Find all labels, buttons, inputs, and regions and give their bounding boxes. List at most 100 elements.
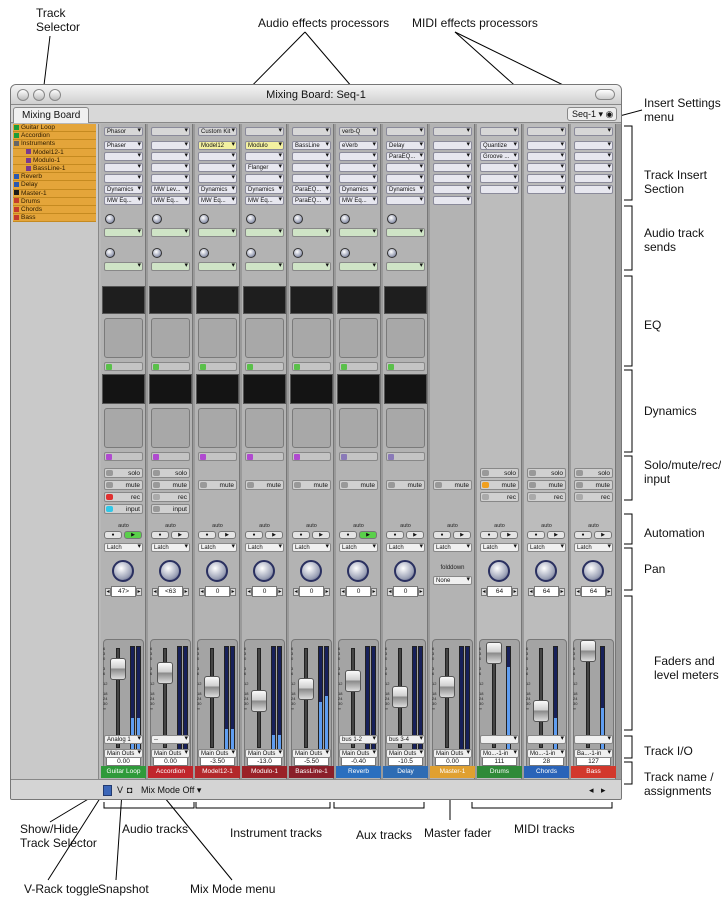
folddown-select[interactable]: None <box>433 576 472 585</box>
insert-slot[interactable] <box>480 163 519 172</box>
track-selector-item[interactable]: Delay <box>13 181 96 190</box>
dynamics-button-row[interactable] <box>386 452 425 461</box>
insert-slot[interactable] <box>198 163 237 172</box>
fader-cap[interactable] <box>580 640 596 662</box>
automation-write-button[interactable]: ▶ <box>500 531 518 539</box>
automation-mode-select[interactable]: Latch <box>433 543 472 552</box>
track-name[interactable]: BassLine-1 <box>289 766 334 778</box>
send-knob[interactable] <box>246 248 256 258</box>
dynamics-enable-icon[interactable] <box>106 454 112 460</box>
dynamics-graph[interactable] <box>243 374 286 404</box>
input-select[interactable]: bus 3-4 <box>386 735 425 744</box>
output-select[interactable]: Main Outs <box>104 749 143 758</box>
automation-write-button[interactable]: ▶ <box>124 531 142 539</box>
eq-controls[interactable] <box>386 318 425 358</box>
automation-mode-select[interactable]: Latch <box>151 543 190 552</box>
send-destination[interactable] <box>292 262 331 271</box>
mute-button[interactable]: mute <box>151 480 190 490</box>
input-button[interactable]: input <box>104 504 143 514</box>
eq-button-row[interactable] <box>104 362 143 371</box>
eq-enable-icon[interactable] <box>200 364 206 370</box>
insert-slot[interactable]: eVerb <box>339 141 378 150</box>
eq-enable-icon[interactable] <box>153 364 159 370</box>
insert-slot[interactable] <box>433 174 472 183</box>
send-knob[interactable] <box>105 214 115 224</box>
insert-top-select[interactable] <box>151 127 190 136</box>
pan-value[interactable]: ◂ 47> ▸ <box>104 586 143 597</box>
toolbar-toggle-icon[interactable] <box>595 89 615 100</box>
dynamics-enable-icon[interactable] <box>247 454 253 460</box>
dynamics-graph[interactable] <box>149 374 192 404</box>
pan-knob[interactable] <box>347 560 369 582</box>
fader-cap[interactable] <box>439 676 455 698</box>
mute-button[interactable]: mute <box>574 480 613 490</box>
track-selector-item[interactable]: Chords <box>13 205 96 215</box>
automation-read-button[interactable]: ● <box>527 531 545 539</box>
insert-slot[interactable]: Model12 <box>198 141 237 150</box>
automation-mode-select[interactable]: Latch <box>527 543 566 552</box>
pan-knob[interactable] <box>253 560 275 582</box>
solo-button[interactable]: solo <box>574 468 613 478</box>
automation-mode-select[interactable]: Latch <box>245 543 284 552</box>
send-destination[interactable] <box>292 228 331 237</box>
dynamics-controls[interactable] <box>198 408 237 448</box>
mute-button[interactable]: mute <box>433 480 472 490</box>
mix-mode-menu[interactable]: Mix Mode Off ▾ <box>141 785 201 796</box>
dynamics-button-row[interactable] <box>292 452 331 461</box>
input-select[interactable]: Analog 1 <box>104 735 143 744</box>
insert-slot[interactable] <box>339 163 378 172</box>
insert-slot[interactable] <box>574 174 613 183</box>
insert-slot[interactable] <box>480 185 519 194</box>
mute-button[interactable]: mute <box>292 480 331 490</box>
pan-value[interactable]: ◂ 0 ▸ <box>339 586 378 597</box>
pan-increment[interactable]: ▸ <box>371 588 377 596</box>
fader-cap[interactable] <box>251 690 267 712</box>
send-knob[interactable] <box>340 214 350 224</box>
track-selector-item[interactable]: Guitar Loop <box>13 124 96 133</box>
mute-button[interactable]: mute <box>480 480 519 490</box>
track-selector-item[interactable]: Instruments <box>13 140 96 149</box>
automation-mode-select[interactable]: Latch <box>386 543 425 552</box>
insert-slot[interactable]: MW Lev... <box>151 185 190 194</box>
pan-value[interactable]: ◂ 64 ▸ <box>527 586 566 597</box>
track-selector-item[interactable]: Reverb <box>13 173 96 182</box>
pan-knob[interactable] <box>112 560 134 582</box>
track-selector-item[interactable]: Model12-1 <box>13 148 96 157</box>
eq-enable-icon[interactable] <box>294 364 300 370</box>
dynamics-button-row[interactable] <box>104 452 143 461</box>
minimize-icon[interactable] <box>33 89 45 101</box>
insert-slot[interactable] <box>386 163 425 172</box>
track-name[interactable]: Reverb <box>336 766 381 778</box>
dynamics-graph[interactable] <box>196 374 239 404</box>
solo-button[interactable]: solo <box>151 468 190 478</box>
track-selector-item[interactable]: Modulo-1 <box>13 156 96 165</box>
output-select[interactable]: Main Outs <box>292 749 331 758</box>
eq-enable-icon[interactable] <box>341 364 347 370</box>
track-name[interactable]: Master-1 <box>430 766 475 778</box>
insert-slot[interactable] <box>339 152 378 161</box>
eq-graph[interactable] <box>196 286 239 314</box>
mute-button[interactable]: mute <box>339 480 378 490</box>
insert-slot[interactable] <box>104 163 143 172</box>
close-icon[interactable] <box>17 89 29 101</box>
send-destination[interactable] <box>339 228 378 237</box>
pan-knob[interactable] <box>206 560 228 582</box>
dynamics-controls[interactable] <box>151 408 190 448</box>
mute-button[interactable]: mute <box>104 480 143 490</box>
solo-button[interactable]: solo <box>480 468 519 478</box>
eq-graph[interactable] <box>384 286 427 314</box>
pan-increment[interactable]: ▸ <box>606 588 612 596</box>
track-selector-item[interactable]: Drums <box>13 197 96 206</box>
send-destination[interactable] <box>151 228 190 237</box>
send-destination[interactable] <box>386 228 425 237</box>
scroll-right-icon[interactable]: ▸ <box>601 785 606 796</box>
automation-write-button[interactable]: ▶ <box>359 531 377 539</box>
dynamics-controls[interactable] <box>104 408 143 448</box>
insert-slot[interactable]: MW Eq... <box>245 196 284 205</box>
input-select[interactable]: -- <box>151 735 190 744</box>
snapshot-camera-icon[interactable]: ◘ <box>127 785 132 796</box>
eq-button-row[interactable] <box>386 362 425 371</box>
insert-slot[interactable]: BassLine <box>292 141 331 150</box>
v-rack-toggle[interactable]: V <box>117 785 123 796</box>
automation-write-button[interactable]: ▶ <box>453 531 471 539</box>
